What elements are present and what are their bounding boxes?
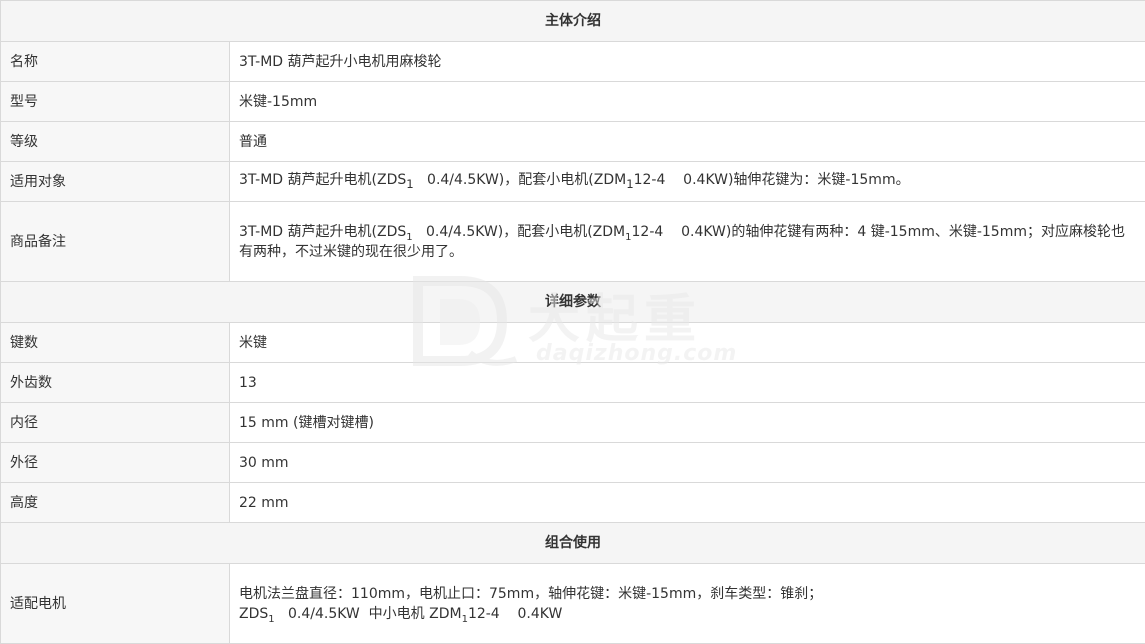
applicable-sub-1: 1	[406, 176, 414, 191]
table-row: 高度 22 mm	[0, 482, 1145, 523]
inner-diameter-label: 内径	[0, 402, 230, 443]
height-label: 高度	[0, 482, 230, 523]
motor-text-c: 0.4/4.5KW 中小电机 ZDM	[274, 605, 462, 622]
name-label: 名称	[0, 41, 230, 82]
motor-value: 电机法兰盘直径：110mm，电机止口：75mm，轴伸花键：米键-15mm，刹车类…	[229, 563, 1145, 644]
table-row: 名称 3T-MD 葫芦起升小电机用麻梭轮	[0, 41, 1145, 82]
applicable-label: 适用对象	[0, 161, 230, 202]
remark-text-c: 0.4/4.5KW)，配套小电机(ZDM	[412, 223, 626, 240]
table-row: 商品备注 3T-MD 葫芦起升电机(ZDS1 0.4/4.5KW)，配套小电机(…	[0, 201, 1145, 282]
applicable-value: 3T-MD 葫芦起升电机(ZDS1 0.4/4.5KW)，配套小电机(ZDM11…	[229, 161, 1145, 202]
table-row: 外齿数 13	[0, 362, 1145, 403]
grade-label: 等级	[0, 121, 230, 162]
outer-diameter-label: 外径	[0, 442, 230, 483]
inner-diameter-value: 15 mm (键槽对键槽)	[229, 402, 1145, 443]
motor-text-line1: 电机法兰盘直径：110mm，电机止口：75mm，轴伸花键：米键-15mm，刹车类…	[239, 585, 823, 602]
keys-label: 键数	[0, 322, 230, 363]
grade-value: 普通	[229, 121, 1145, 162]
remark-text-e: 12-4 0.4KW)的轴伸花键有两种：4 键-15mm、米键-15mm；对应麻…	[631, 223, 1125, 240]
name-value: 3T-MD 葫芦起升小电机用麻梭轮	[229, 41, 1145, 82]
remark-label: 商品备注	[0, 201, 230, 282]
remark-text-line2: 有两种，不过米键的现在很少用了。	[239, 243, 463, 260]
motor-text-a: ZDS	[239, 605, 269, 622]
table-row: 适配电机 电机法兰盘直径：110mm，电机止口：75mm，轴伸花键：米键-15m…	[0, 563, 1145, 644]
section-title-combo: 组合使用	[0, 522, 1145, 564]
teeth-label: 外齿数	[0, 362, 230, 403]
section-header-combo: 组合使用	[0, 522, 1145, 564]
table-row: 键数 米键	[0, 322, 1145, 363]
applicable-text-e: 12-4 0.4KW)轴伸花键为：米键-15mm。	[633, 171, 910, 188]
keys-value: 米键	[229, 322, 1145, 363]
section-title-intro: 主体介绍	[0, 0, 1145, 42]
remark-text-a: 3T-MD 葫芦起升电机(ZDS	[239, 223, 407, 240]
spec-table: 主体介绍 名称 3T-MD 葫芦起升小电机用麻梭轮 型号 米键-15mm 等级 …	[0, 0, 1145, 644]
applicable-text-a: 3T-MD 葫芦起升电机(ZDS	[239, 171, 407, 188]
section-title-details: 详细参数	[0, 281, 1145, 323]
table-row: 外径 30 mm	[0, 442, 1145, 483]
teeth-value: 13	[229, 362, 1145, 403]
section-header-details: 详细参数	[0, 281, 1145, 323]
motor-label: 适配电机	[0, 563, 230, 644]
table-row: 内径 15 mm (键槽对键槽)	[0, 402, 1145, 443]
applicable-sub-2: 1	[626, 176, 634, 191]
remark-value: 3T-MD 葫芦起升电机(ZDS1 0.4/4.5KW)，配套小电机(ZDM11…	[229, 201, 1145, 282]
motor-text-e: 12-4 0.4KW	[467, 605, 563, 622]
outer-diameter-value: 30 mm	[229, 442, 1145, 483]
section-header-intro: 主体介绍	[0, 0, 1145, 42]
table-row: 等级 普通	[0, 121, 1145, 162]
model-value: 米键-15mm	[229, 81, 1145, 122]
model-label: 型号	[0, 81, 230, 122]
table-row: 适用对象 3T-MD 葫芦起升电机(ZDS1 0.4/4.5KW)，配套小电机(…	[0, 161, 1145, 202]
applicable-text-c: 0.4/4.5KW)，配套小电机(ZDM	[413, 171, 627, 188]
height-value: 22 mm	[229, 482, 1145, 523]
table-row: 型号 米键-15mm	[0, 81, 1145, 122]
